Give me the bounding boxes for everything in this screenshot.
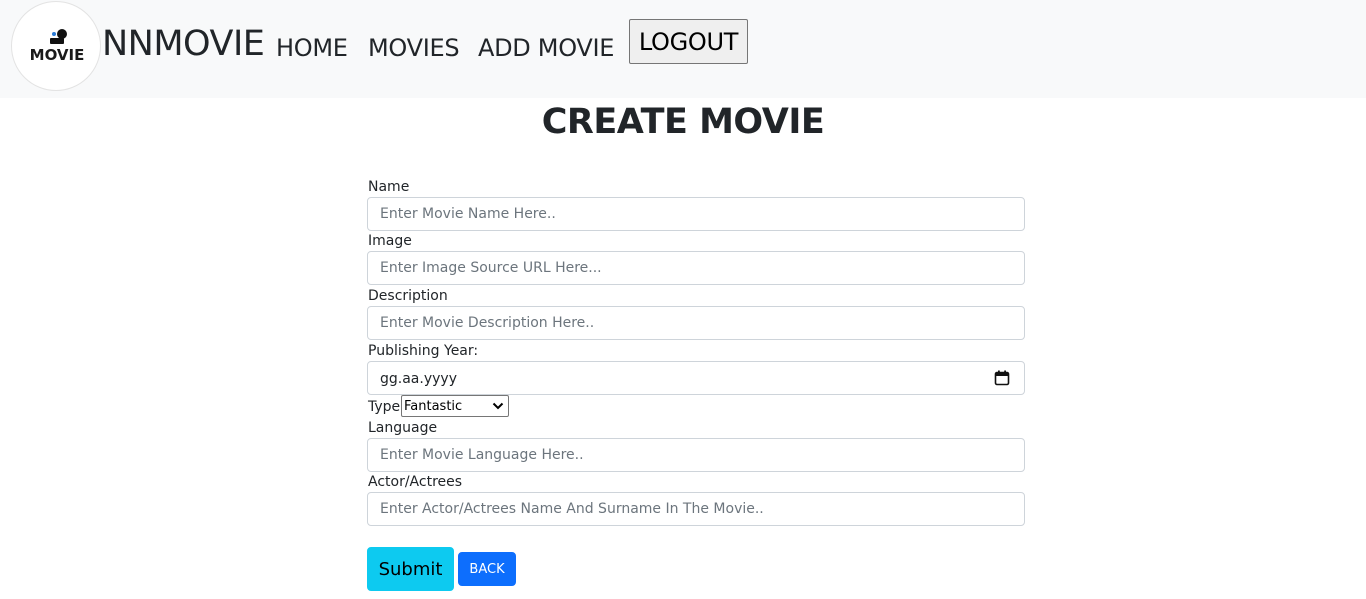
name-input[interactable] <box>367 197 1025 231</box>
nav-movies-link[interactable]: MOVIES <box>368 33 460 63</box>
description-input[interactable] <box>367 306 1025 340</box>
actor-input[interactable] <box>367 492 1025 526</box>
publishing-year-value: gg.aa.yyyy <box>380 371 457 387</box>
logout-button[interactable]: LOGOUT <box>629 19 748 64</box>
site-logo[interactable]: MOVIE <box>11 1 101 91</box>
publishing-year-label: Publishing Year: <box>368 343 479 359</box>
image-label: Image <box>368 233 412 249</box>
nav-add-movie-link[interactable]: ADD MOVIE <box>478 33 614 63</box>
movie-camera-icon <box>50 29 67 44</box>
brand-name[interactable]: NNMOVIE <box>102 22 265 66</box>
name-label: Name <box>368 179 410 195</box>
back-button[interactable]: BACK <box>458 552 516 586</box>
navbar: MOVIE NNMOVIE HOME MOVIES ADD MOVIE LOGO… <box>0 0 1366 98</box>
type-label: Type <box>368 399 401 415</box>
image-url-input[interactable] <box>367 251 1025 285</box>
type-select[interactable]: Fantastic <box>401 395 509 417</box>
page-title: CREATE MOVIE <box>541 102 825 142</box>
actor-label: Actor/Actrees <box>368 474 463 490</box>
description-label: Description <box>368 288 448 304</box>
language-input[interactable] <box>367 438 1025 472</box>
calendar-icon[interactable] <box>994 370 1010 386</box>
logo-text: MOVIE <box>29 46 85 64</box>
language-label: Language <box>368 420 438 436</box>
submit-button[interactable]: Submit <box>367 547 454 591</box>
publishing-year-input[interactable]: gg.aa.yyyy <box>367 361 1025 395</box>
nav-home-link[interactable]: HOME <box>276 33 348 63</box>
